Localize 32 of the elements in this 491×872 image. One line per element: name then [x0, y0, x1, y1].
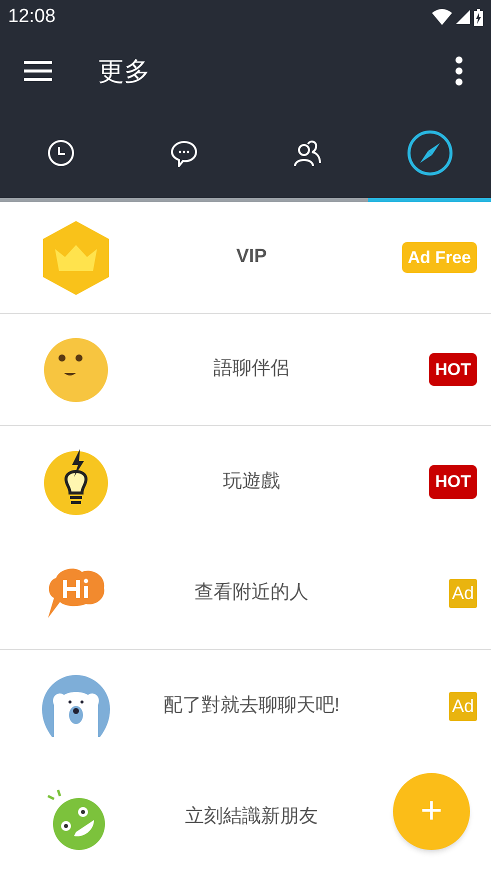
- badge: Ad: [448, 692, 477, 720]
- list-item[interactable]: 配了對就去聊聊天吧! Ad: [0, 650, 491, 762]
- status-time: 12:08: [8, 4, 56, 29]
- list-item[interactable]: VIP Ad Free: [0, 202, 491, 314]
- menu-icon: [24, 61, 52, 81]
- toolbar-title: 更多: [98, 54, 150, 88]
- item-title: 查看附近的人: [194, 581, 308, 606]
- item-title: 玩遊戲: [223, 470, 280, 494]
- compass-icon: [406, 130, 453, 176]
- list-item[interactable]: 查看附近的人 Ad: [0, 538, 491, 650]
- crown-icon: [43, 220, 109, 294]
- badge: Ad: [448, 579, 477, 608]
- more-icon: [454, 56, 464, 86]
- polar-bear-icon: [42, 675, 110, 737]
- battery-icon: [474, 8, 483, 26]
- item-title: 語聊伴侶: [214, 357, 290, 382]
- wifi-icon: [432, 9, 452, 25]
- badge: Ad Free: [402, 242, 477, 274]
- badge: HOT: [429, 352, 477, 386]
- lightbulb-icon: [44, 449, 108, 515]
- item-title: 立刻結識新朋友: [185, 805, 318, 830]
- list-item[interactable]: 語聊伴侶 HOT: [0, 314, 491, 426]
- signal-icon: [456, 10, 470, 24]
- people-icon: [292, 139, 321, 167]
- clock-icon: [47, 139, 76, 167]
- list-item[interactable]: 玩遊戲 HOT: [0, 426, 491, 538]
- chat-bubble-icon: [170, 139, 198, 167]
- smiley-icon: [44, 338, 108, 402]
- badge: HOT: [429, 465, 477, 499]
- hi-speech-bubble-icon: [46, 568, 106, 620]
- item-title: VIP: [236, 245, 267, 270]
- item-title: 配了對就去聊聊天吧!: [163, 694, 340, 718]
